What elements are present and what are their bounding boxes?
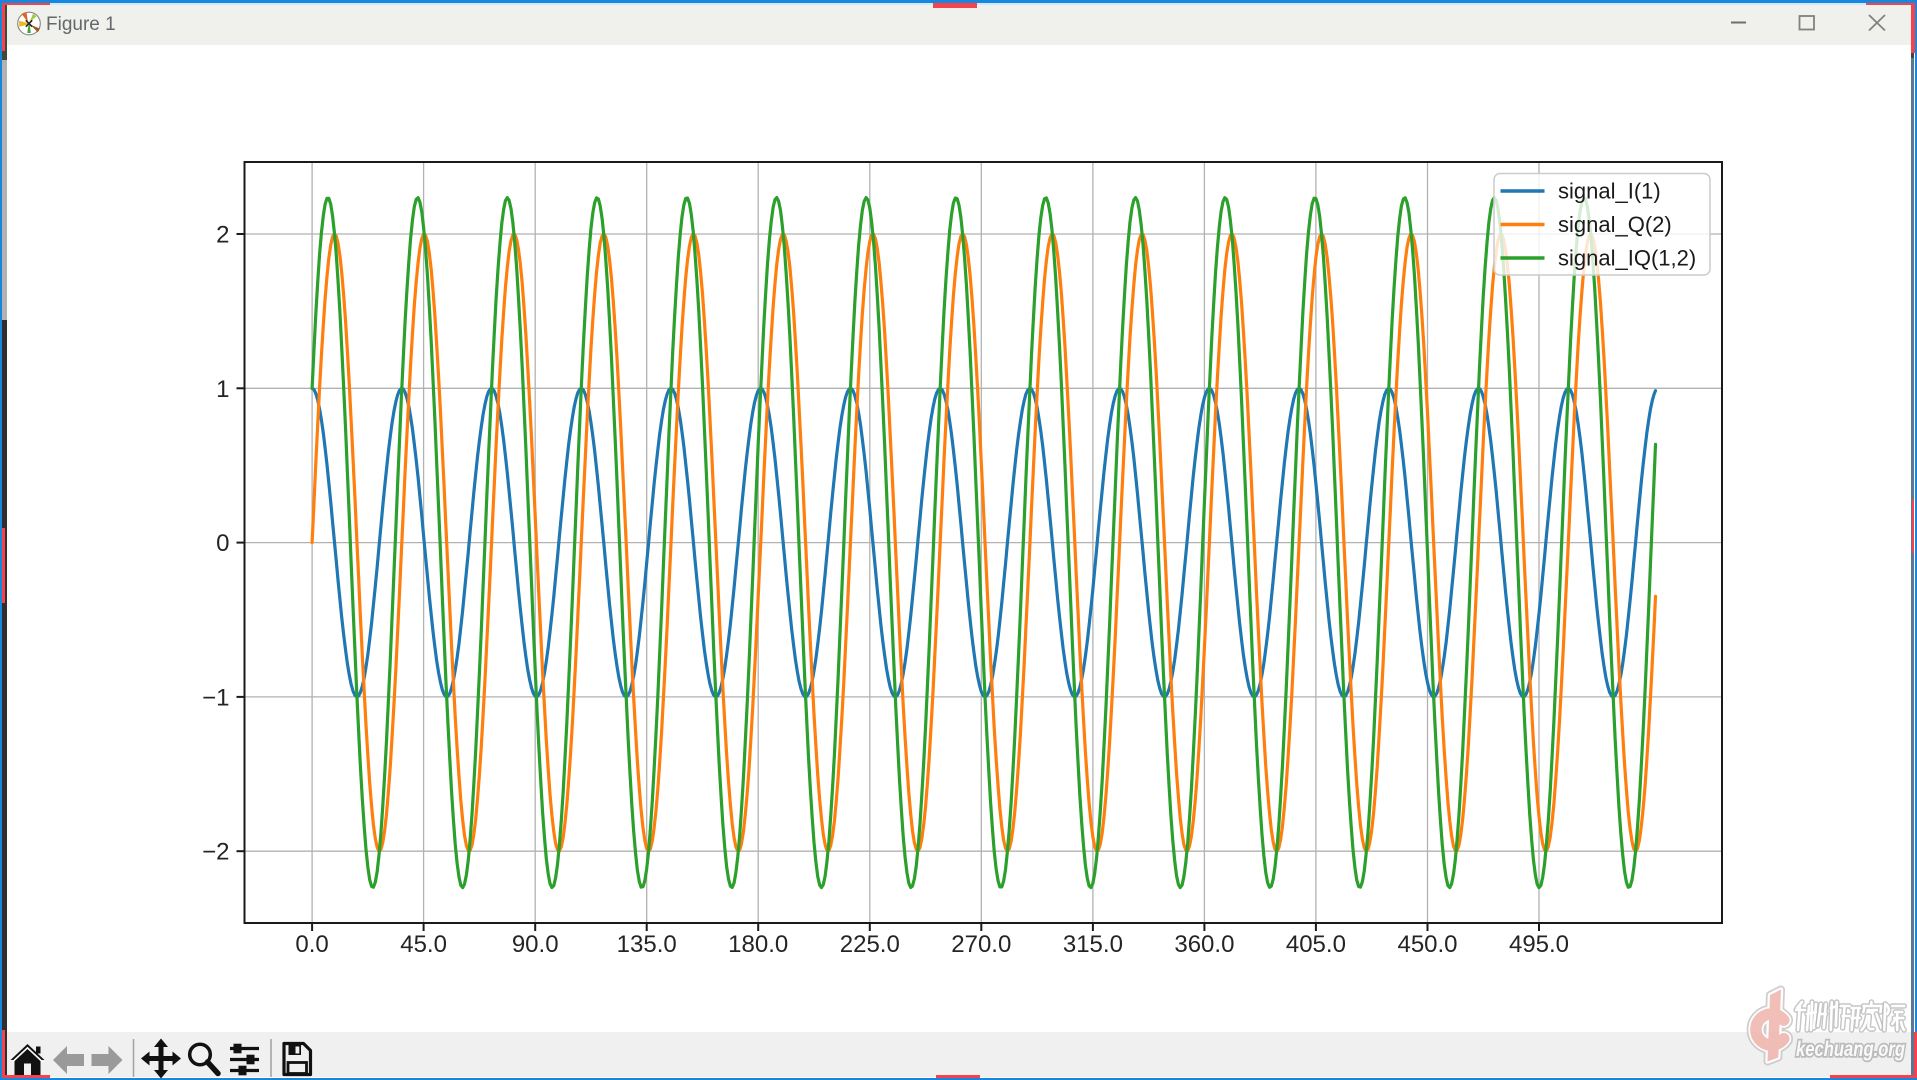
svg-text:90.0: 90.0 <box>512 931 559 958</box>
svg-text:0: 0 <box>216 530 229 557</box>
svg-text:360.0: 360.0 <box>1174 931 1234 958</box>
svg-text:315.0: 315.0 <box>1063 931 1123 958</box>
svg-text:45.0: 45.0 <box>400 931 447 958</box>
svg-text:225.0: 225.0 <box>840 931 900 958</box>
svg-text:kechuang.org: kechuang.org <box>1796 1038 1905 1061</box>
svg-text:1: 1 <box>216 376 229 403</box>
svg-text:0.0: 0.0 <box>295 931 328 958</box>
svg-text:signal_I(1): signal_I(1) <box>1558 179 1661 204</box>
svg-text:450.0: 450.0 <box>1397 931 1457 958</box>
svg-text:−2: −2 <box>202 839 229 866</box>
svg-text:Figure 1: Figure 1 <box>46 14 116 35</box>
svg-text:495.0: 495.0 <box>1509 931 1569 958</box>
svg-text:135.0: 135.0 <box>617 931 677 958</box>
svg-text:270.0: 270.0 <box>951 931 1011 958</box>
svg-text:2: 2 <box>216 222 229 249</box>
svg-text:405.0: 405.0 <box>1286 931 1346 958</box>
svg-text:−1: −1 <box>202 684 229 711</box>
svg-text:signal_IQ(1,2): signal_IQ(1,2) <box>1558 246 1696 271</box>
svg-text:180.0: 180.0 <box>728 931 788 958</box>
svg-text:signal_Q(2): signal_Q(2) <box>1558 212 1672 237</box>
